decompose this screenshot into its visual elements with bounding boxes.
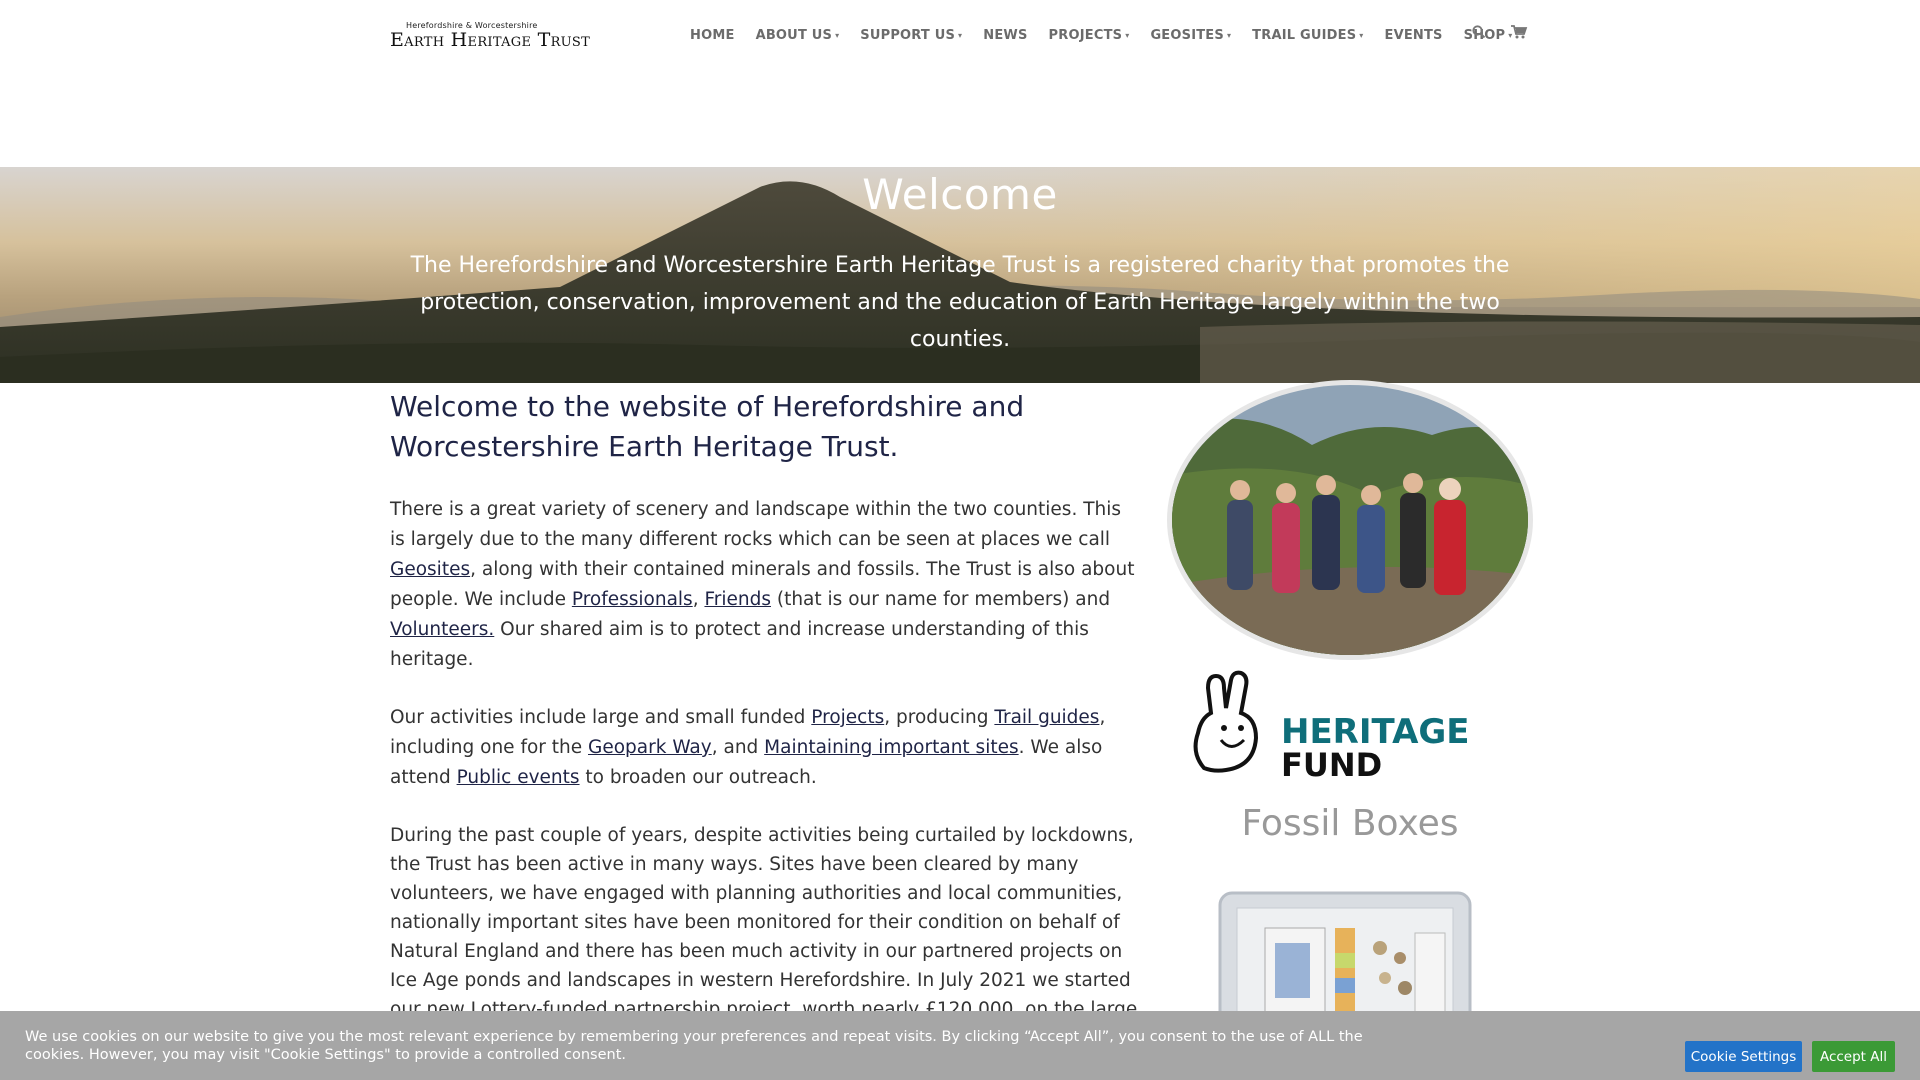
link-geosites[interactable]: Geosites [390, 559, 470, 580]
chevron-down-icon: ▾ [1125, 31, 1130, 40]
text: , producing [884, 707, 995, 728]
intro-paragraph: There is a great variety of scenery and … [390, 495, 1140, 675]
nav-label: EVENTS [1384, 28, 1443, 43]
nav-label: HOME [690, 28, 735, 43]
nav-label: ABOUT US [755, 28, 833, 43]
heritage-fund-line2: FUND [1281, 746, 1382, 783]
link-public-events[interactable]: Public events [457, 767, 580, 788]
cookie-settings-button[interactable]: Cookie Settings [1685, 1041, 1802, 1072]
site-header: Herefordshire & Worcestershire Earth Her… [0, 0, 1920, 167]
link-projects[interactable]: Projects [811, 707, 884, 728]
hero-description: The Herefordshire and Worcestershire Ear… [410, 253, 1510, 352]
logo-title: Earth Heritage Trust [390, 29, 591, 51]
hero-banner: Welcome The Herefordshire and Worcesters… [0, 167, 1920, 383]
nav-label: GEOSITES [1150, 28, 1224, 43]
chevron-down-icon: ▾ [835, 31, 840, 40]
nav-events[interactable]: EVENTS [1384, 28, 1442, 43]
chevron-down-icon: ▾ [1359, 31, 1364, 40]
link-volunteers[interactable]: Volunteers. [390, 619, 494, 640]
nav-home[interactable]: HOME [690, 28, 735, 43]
nav-label: NEWS [983, 28, 1028, 43]
page-heading: Welcome to the website of Herefordshire … [390, 390, 1025, 463]
cookie-consent-bar: We use cookies on our website to give yo… [0, 1011, 1920, 1080]
main-nav: HOME ABOUT US ▾ SUPPORT US ▾ NEWS PROJECTS… [690, 28, 1533, 43]
nav-about-us[interactable]: ABOUT US ▾ [756, 28, 840, 43]
nav-geosites[interactable]: GEOSITES ▾ [1150, 28, 1231, 43]
text: , [692, 589, 705, 610]
site-logo[interactable]: Herefordshire & Worcestershire Earth Her… [390, 21, 615, 51]
hero-title: Welcome [862, 170, 1058, 219]
nav-label: PROJECTS [1048, 28, 1123, 43]
link-trail-guides[interactable]: Trail guides [994, 707, 1099, 728]
chevron-down-icon: ▾ [958, 31, 963, 40]
text: There is a great variety of scenery and … [390, 499, 1122, 550]
text: to broaden our outreach. [579, 767, 817, 788]
link-professionals[interactable]: Professionals [572, 589, 693, 610]
group-photo [1172, 385, 1528, 655]
main-content: Welcome to the website of Herefordshire … [390, 383, 1140, 1053]
heritage-fund-logo[interactable]: HERITAGE FUND [1186, 668, 1476, 784]
nav-projects[interactable]: PROJECTS ▾ [1049, 28, 1130, 43]
nav-label: TRAIL GUIDES [1252, 28, 1357, 43]
nav-support-us[interactable]: SUPPORT US ▾ [860, 28, 962, 43]
accept-all-button[interactable]: Accept All [1812, 1041, 1895, 1072]
text: (that is our name for members) and [770, 589, 1111, 610]
cookie-message: We use cookies on our website to give yo… [25, 1029, 1363, 1063]
text: Our shared aim is to protect and increas… [390, 619, 1089, 670]
link-geopark-way[interactable]: Geopark Way [588, 737, 712, 758]
nav-label: SUPPORT US [860, 28, 956, 43]
search-icon[interactable] [1471, 24, 1491, 44]
nav-trail-guides[interactable]: TRAIL GUIDES ▾ [1252, 28, 1363, 43]
link-friends[interactable]: Friends [704, 589, 771, 610]
cart-icon[interactable] [1510, 24, 1530, 44]
nav-news[interactable]: NEWS [983, 28, 1027, 43]
fossil-boxes-title: Fossil Boxes [1241, 803, 1459, 844]
activities-paragraph: Our activities include large and small f… [390, 703, 1140, 793]
link-maintaining-sites[interactable]: Maintaining important sites [764, 737, 1018, 758]
text: , and [711, 737, 765, 758]
text: Our activities include large and small f… [390, 707, 812, 728]
chevron-down-icon: ▾ [1226, 31, 1232, 40]
